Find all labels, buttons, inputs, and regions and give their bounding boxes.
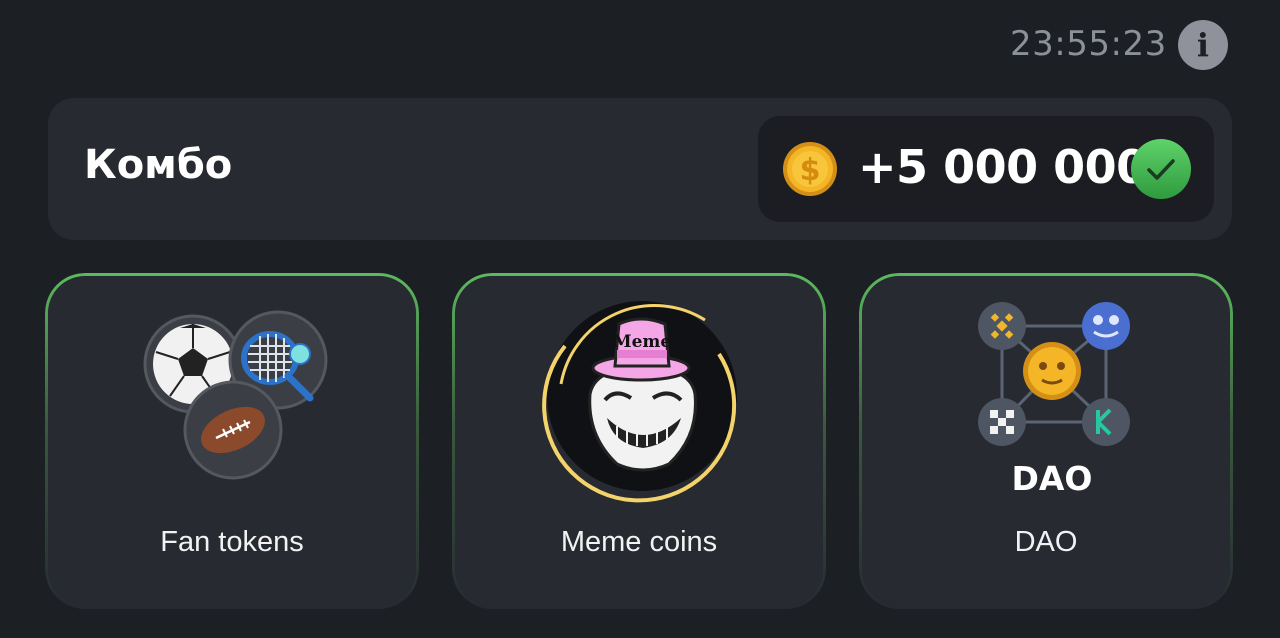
meme-troll-icon: Meme: [542, 301, 737, 503]
check-icon: [1131, 139, 1191, 199]
card-meme-coins[interactable]: Meme Meme coins: [452, 273, 826, 609]
info-icon[interactable]: i: [1178, 20, 1228, 70]
countdown-timer: 23:55:23: [1010, 24, 1167, 64]
card-label-fan-tokens: Fan tokens: [160, 526, 304, 558]
card-label-dao: DAO: [1014, 526, 1078, 558]
hat-text: Meme: [613, 332, 672, 352]
card-fan-tokens[interactable]: Fan tokens: [45, 273, 419, 609]
reward-amount: +5 000 000: [858, 140, 1148, 194]
combo-title: Комбо: [84, 142, 233, 188]
combo-screen: 23:55:23 i Комбо $ +5 000 000 Fan tokens…: [0, 0, 1280, 638]
card-dao[interactable]: DAO DAO: [859, 273, 1233, 609]
card-label-meme-coins: Meme coins: [560, 526, 718, 558]
sports-balls-icon: [143, 310, 328, 480]
combo-reward: $ +5 000 000: [758, 116, 1214, 222]
svg-text:$: $: [800, 153, 821, 188]
dao-network-icon: DAO: [978, 302, 1130, 498]
combo-bar: Комбо $ +5 000 000: [48, 98, 1232, 240]
coin-icon: $: [783, 142, 837, 196]
dao-logo-text: DAO: [1012, 459, 1093, 498]
